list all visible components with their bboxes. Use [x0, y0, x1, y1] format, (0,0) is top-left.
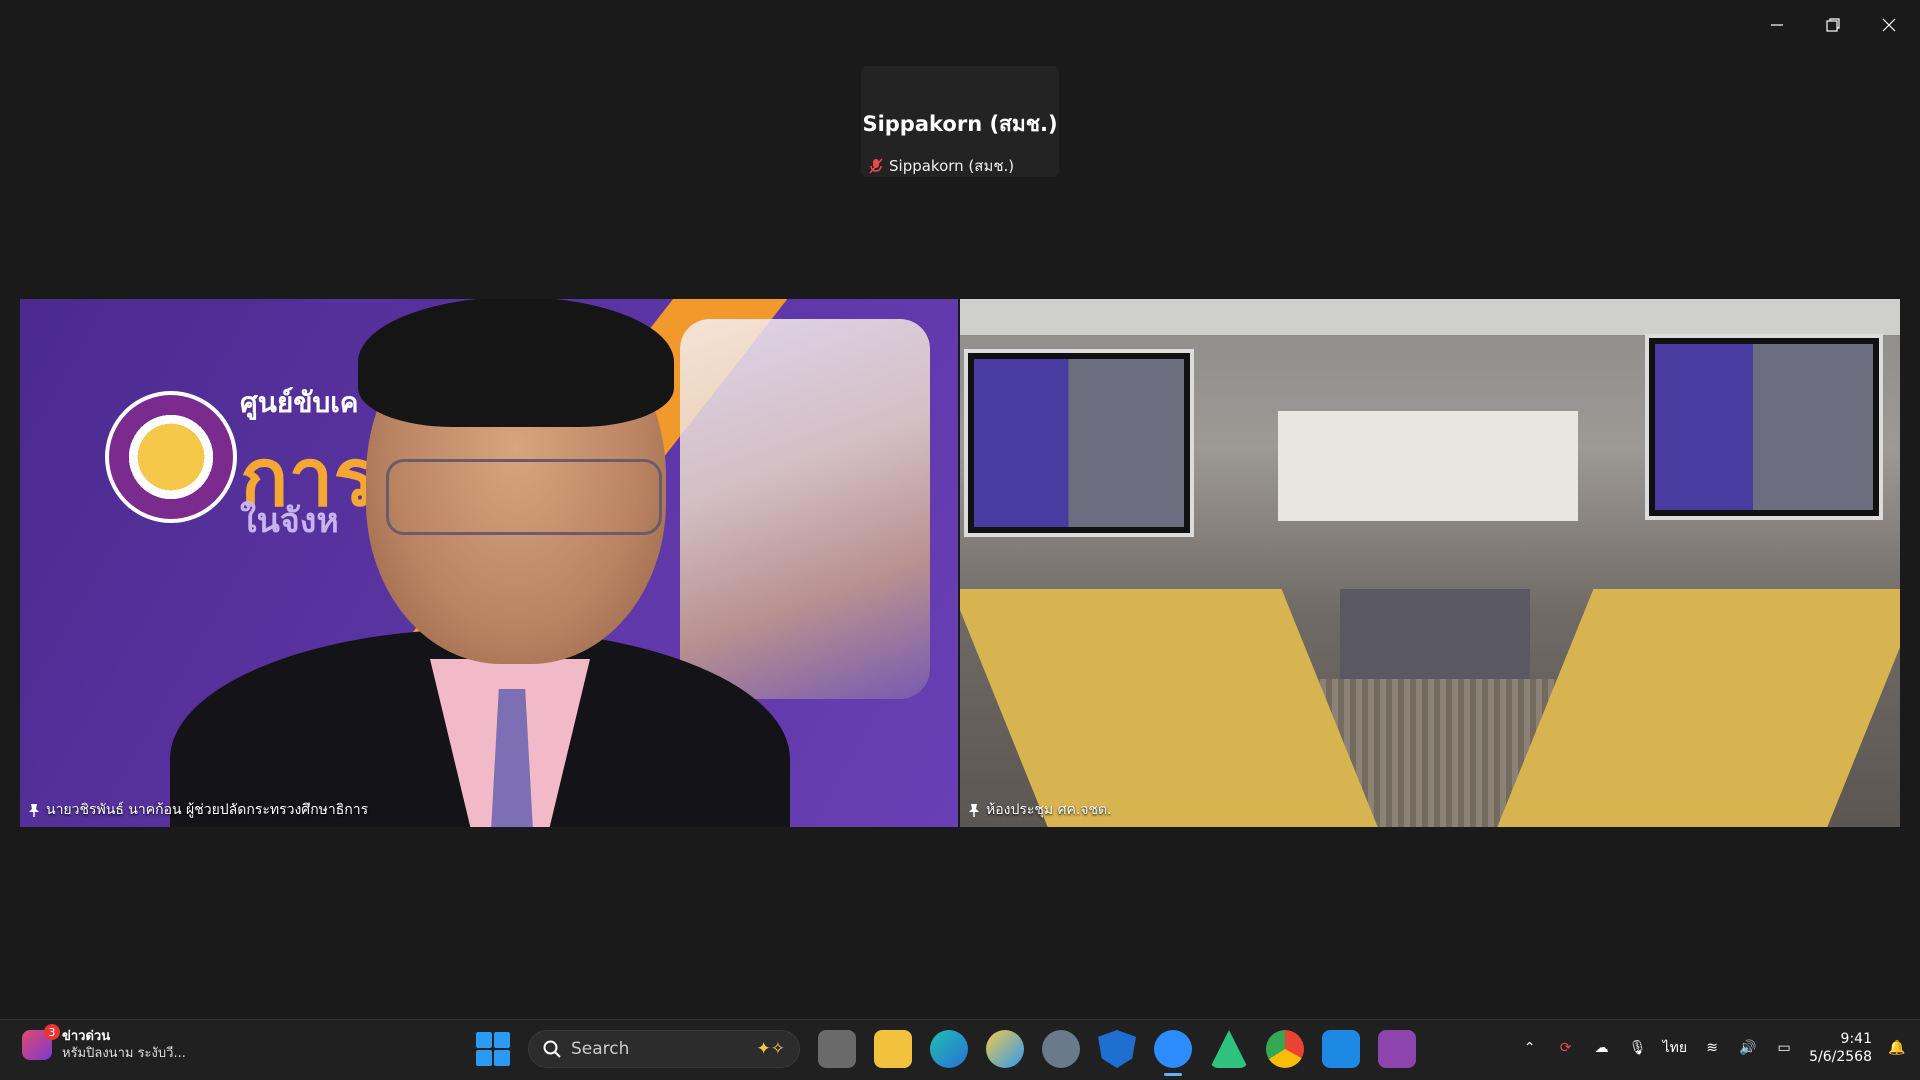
edge-icon[interactable] — [930, 1030, 968, 1068]
ministry-emblem-icon — [105, 391, 237, 523]
participant-name-label: นายวชิรพันธ์ นาคก้อน ผู้ช่วยปลัดกระทรวงศ… — [28, 799, 368, 821]
speaker-glasses — [386, 459, 662, 535]
restore-icon — [1826, 18, 1840, 32]
taskbar-search[interactable]: Search ✦✧ — [528, 1030, 800, 1068]
task-view-icon[interactable] — [818, 1030, 856, 1068]
news-icon: 3 — [22, 1024, 60, 1060]
window-controls — [1762, 10, 1904, 40]
language-indicator[interactable]: ไทย — [1663, 1037, 1687, 1059]
file-explorer-icon[interactable] — [874, 1030, 912, 1068]
room-ceiling — [960, 299, 1900, 335]
onedrive-icon[interactable]: ☁ — [1591, 1037, 1613, 1059]
search-icon — [543, 1040, 561, 1058]
video-tile-speaker[interactable]: ศูนย์ขับเค การ ในจังห นายวชิรพันธ์ นาคก้… — [20, 299, 958, 827]
sync-icon[interactable]: ⟳ — [1555, 1037, 1577, 1059]
microphone-icon[interactable]: 🎙 — [1627, 1037, 1649, 1059]
room-name-label: ห้องประชุม ศค.จชต. — [968, 799, 1112, 821]
news-subtitle: หรัมปิลงนาม ระงับวี... — [62, 1046, 186, 1061]
table-center — [1340, 589, 1530, 679]
speaker-hair — [358, 299, 674, 427]
pdf-app-icon[interactable] — [1378, 1030, 1416, 1068]
clock[interactable]: 9:41 5/6/2568 — [1809, 1030, 1872, 1066]
participant-name: นายวชิรพันธ์ นาคก้อน ผู้ช่วยปลัดกระทรวงศ… — [46, 802, 369, 818]
zoom-icon[interactable] — [1154, 1030, 1192, 1076]
self-view-tile[interactable]: Sippakorn (สมช.) Sippakorn (สมช.) — [861, 66, 1059, 177]
video-tile-meeting-room[interactable]: ห้องประชุม ศค.จชต. — [960, 299, 1900, 827]
meeting-banner — [1278, 411, 1578, 521]
mic-muted-icon — [869, 158, 883, 174]
close-button[interactable] — [1874, 10, 1904, 40]
room-screen-left — [964, 349, 1194, 537]
chrome-icon[interactable] — [1266, 1030, 1304, 1068]
chevron-up-icon[interactable]: ⌃ — [1519, 1037, 1541, 1059]
taskbar-apps: Search ✦✧ — [476, 1030, 1416, 1076]
room-name: ห้องประชุม ศค.จชต. — [986, 802, 1112, 818]
news-badge: 3 — [44, 1024, 60, 1040]
clock-date: 5/6/2568 — [1809, 1049, 1872, 1065]
room-screen-right — [1645, 334, 1883, 520]
search-placeholder: Search — [571, 1039, 630, 1059]
battery-icon[interactable]: ▭ — [1773, 1037, 1795, 1059]
start-button[interactable] — [476, 1032, 510, 1066]
wifi-icon[interactable]: ≋ — [1701, 1037, 1723, 1059]
system-tray: ⌃ ⟳ ☁ 🎙 ไทย ≋ 🔊 ▭ 9:41 5/6/2568 🔔 — [1519, 1030, 1908, 1066]
pin-icon — [969, 804, 979, 817]
minimize-button[interactable] — [1762, 10, 1792, 40]
self-name-label: Sippakorn (สมช.) — [869, 154, 1014, 178]
clock-time: 9:41 — [1840, 1031, 1872, 1047]
media-player-icon[interactable] — [1322, 1030, 1360, 1068]
minimize-icon — [1771, 24, 1783, 26]
backdrop-subtitle: ในจังห — [240, 501, 339, 541]
notification-bell-icon[interactable]: 🔔 — [1886, 1037, 1908, 1059]
news-title: ข่าวด่วน — [62, 1029, 111, 1044]
weather-icon[interactable] — [986, 1030, 1024, 1068]
self-display-name: Sippakorn (สมช.) — [862, 112, 1058, 136]
backdrop-photo — [680, 319, 930, 699]
volume-icon[interactable]: 🔊 — [1737, 1037, 1759, 1059]
windows-taskbar: 3 ข่าวด่วน หรัมปิลงนาม ระงับวี... Search… — [0, 1019, 1920, 1080]
copilot-sparkle-icon: ✦✧ — [756, 1039, 786, 1059]
self-label-text: Sippakorn (สมช.) — [889, 157, 1015, 175]
app-a-icon[interactable] — [1210, 1030, 1248, 1068]
restore-button[interactable] — [1818, 10, 1848, 40]
close-icon — [1882, 18, 1896, 32]
settings-gear-icon[interactable] — [1042, 1030, 1080, 1068]
pin-icon — [29, 804, 39, 817]
news-widget[interactable]: 3 ข่าวด่วน หรัมปิลงนาม ระงับวี... — [22, 1024, 186, 1062]
defender-shield-icon[interactable] — [1098, 1030, 1136, 1068]
